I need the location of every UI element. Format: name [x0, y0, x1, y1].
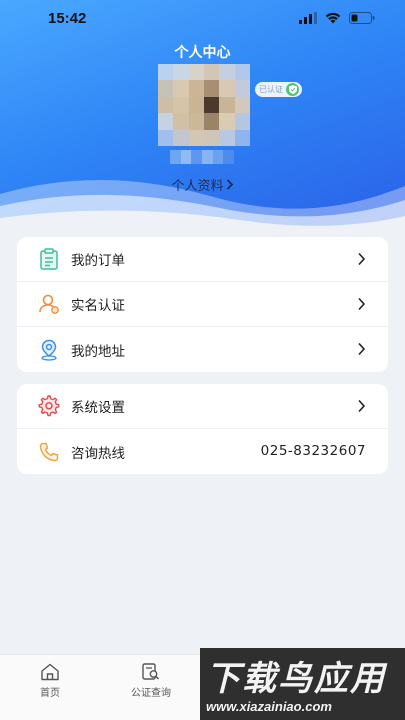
clipboard-icon — [37, 247, 61, 271]
tab-notary-query-label: 公证查询 — [131, 688, 171, 699]
gear-icon — [37, 394, 61, 418]
status-bar: 15:42 — [0, 0, 405, 40]
watermark-logo: 下载鸟应用 www.xiazainiao.com — [200, 648, 405, 720]
menu-item-label: 咨询热线 — [71, 445, 125, 462]
chevron-right-icon — [226, 179, 234, 194]
menu-item-address[interactable]: 我的地址 — [17, 327, 388, 372]
tab-home-label: 首页 — [40, 688, 60, 699]
watermark-main-text: 下载鸟应用 — [206, 659, 386, 699]
profile-link-label: 个人资料 — [171, 179, 224, 194]
chevron-right-icon — [357, 296, 366, 315]
search-document-icon — [111, 663, 191, 681]
menu-item-real-name-verification[interactable]: 实名认证 — [17, 282, 388, 327]
menu-item-label: 系统设置 — [71, 400, 125, 416]
chevron-right-icon — [357, 251, 366, 270]
home-icon — [10, 663, 90, 681]
menu-item-label: 实名认证 — [71, 298, 125, 314]
wifi-icon — [325, 12, 341, 24]
page-title: 个人中心 — [174, 45, 231, 61]
watermark-url: www.xiazainiao.com — [206, 699, 332, 714]
profile-link[interactable]: 个人资料 — [0, 175, 405, 194]
chevron-right-icon — [357, 341, 366, 360]
verify-badge: 已认证 — [255, 82, 302, 97]
phone-icon — [37, 440, 61, 464]
menu-item-orders[interactable]: 我的订单 — [17, 237, 388, 282]
menu-card-primary: 我的订单 实名认证 我的地址 — [17, 237, 388, 372]
username-blurred — [170, 150, 234, 164]
menu-item-hotline[interactable]: 咨询热线 025-83232607 — [17, 429, 388, 474]
signal-icon — [299, 12, 317, 24]
chevron-right-icon — [357, 398, 366, 417]
menu-card-secondary: 系统设置 咨询热线 025-83232607 — [17, 384, 388, 474]
tab-notary-query[interactable]: 公证查询 — [111, 663, 191, 699]
status-icons — [299, 12, 375, 24]
hotline-number[interactable]: 025-83232607 — [261, 443, 366, 459]
location-pin-icon — [37, 338, 61, 362]
user-icon — [37, 292, 61, 316]
menu-item-system-settings[interactable]: 系统设置 — [17, 384, 388, 429]
menu-item-label: 我的地址 — [71, 343, 125, 360]
menu-item-label: 我的订单 — [71, 253, 125, 269]
status-time: 15:42 — [48, 10, 87, 27]
tab-home[interactable]: 首页 — [10, 663, 90, 699]
verify-badge-label: 已认证 — [259, 85, 283, 94]
battery-icon — [349, 12, 375, 24]
shield-check-icon — [286, 83, 299, 96]
avatar[interactable] — [158, 64, 250, 146]
